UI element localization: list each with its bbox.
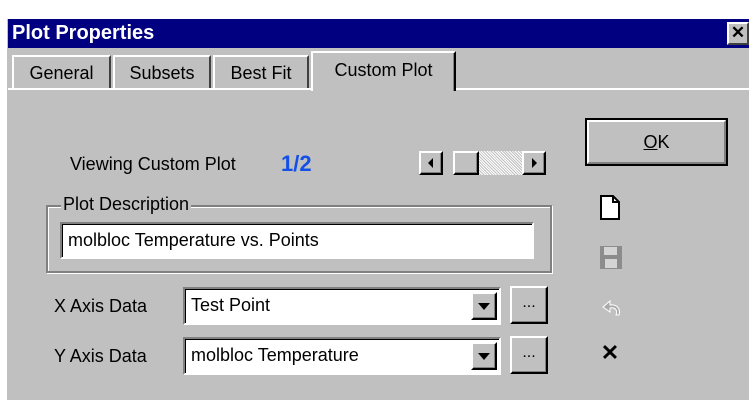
scroll-thumb[interactable] [453, 151, 479, 175]
undo-icon [599, 296, 625, 320]
x-axis-dropdown-button[interactable] [471, 292, 497, 320]
close-button[interactable]: ✕ [727, 22, 749, 45]
x-axis-browse-button[interactable]: ... [510, 286, 548, 324]
scroll-right-button[interactable] [522, 151, 546, 175]
arrow-left-icon [428, 158, 433, 168]
plot-counter: 1/2 [281, 151, 312, 176]
tab-custom-plot[interactable]: Custom Plot [311, 51, 456, 91]
tab-label: General [29, 63, 94, 83]
x-axis-value: Test Point [191, 295, 271, 315]
tab-best-fit[interactable]: Best Fit [213, 55, 309, 88]
y-axis-label: Y Axis Data [54, 346, 147, 366]
plot-description-input[interactable]: molbloc Temperature vs. Points [60, 222, 534, 259]
arrow-right-icon [532, 158, 537, 168]
y-axis-value: molbloc Temperature [191, 345, 359, 365]
tab-general[interactable]: General [12, 55, 111, 88]
window-title: Plot Properties [12, 22, 155, 44]
close-icon: ✕ [730, 23, 746, 42]
y-axis-select[interactable]: molbloc Temperature [183, 337, 501, 375]
new-document-icon[interactable] [598, 194, 624, 222]
ok-button-label: OK [643, 132, 669, 152]
x-axis-select[interactable]: Test Point [183, 287, 501, 325]
y-axis-browse-button[interactable]: ... [510, 336, 548, 374]
scroll-track-area[interactable] [479, 151, 522, 175]
tab-label: Custom Plot [334, 60, 433, 80]
tab-label: Subsets [129, 63, 195, 83]
plot-scrollbar[interactable] [419, 151, 546, 175]
scroll-left-button[interactable] [419, 151, 443, 175]
ok-button[interactable]: OK [585, 118, 728, 166]
viewing-label: Viewing Custom Plot [70, 154, 236, 174]
ok-label-rest: K [657, 132, 670, 152]
delete-icon[interactable]: ✕ [598, 340, 622, 366]
chevron-down-icon [478, 303, 490, 310]
chevron-down-icon [478, 353, 490, 360]
y-axis-dropdown-button[interactable] [471, 342, 497, 370]
ok-accelerator: O [643, 132, 658, 152]
plot-description-legend: Plot Description [61, 194, 192, 214]
save-icon [598, 244, 624, 272]
title-bar: Plot Properties [8, 19, 749, 48]
x-axis-label: X Axis Data [54, 296, 148, 316]
tab-subsets[interactable]: Subsets [113, 55, 211, 88]
tab-label: Best Fit [230, 63, 292, 83]
